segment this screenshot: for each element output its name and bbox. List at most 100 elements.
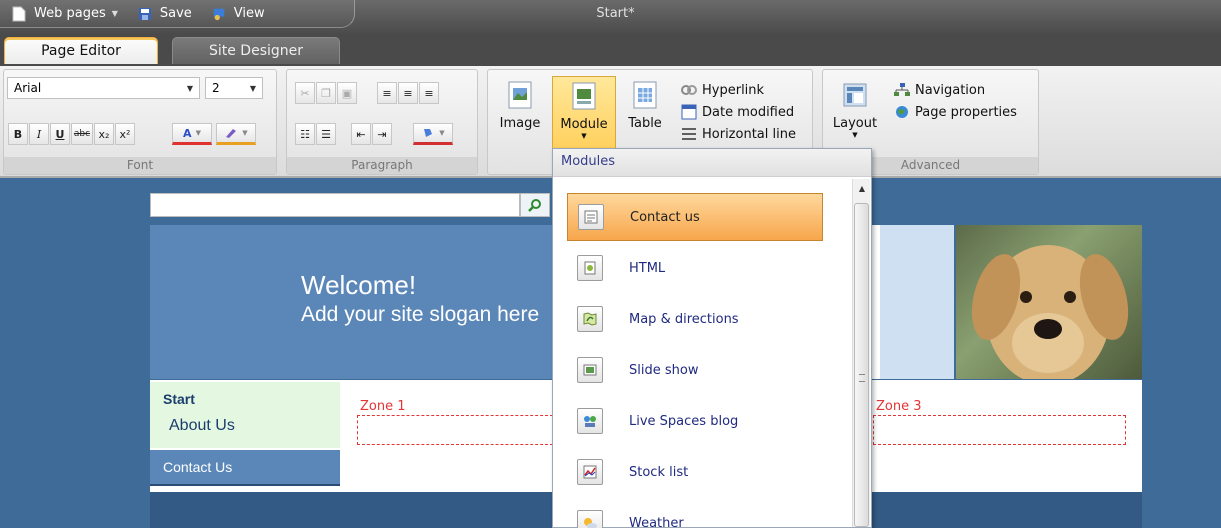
highlighter-icon — [226, 129, 237, 138]
font-family-select[interactable]: Arial ▼ — [7, 77, 200, 99]
module-label: Stock list — [629, 464, 689, 480]
insert-image-button[interactable]: Image — [494, 76, 546, 154]
module-label: Module — [560, 117, 608, 132]
stock-chart-icon — [577, 459, 603, 485]
paragraph-group: ✂ ❐ ▣ ≡ ≡ ≡ ☷ ☰ ⇤ ⇥ ▼ Paragraph — [286, 69, 478, 175]
insert-table-button[interactable]: Table — [622, 76, 668, 154]
hyperlink-label: Hyperlink — [702, 82, 765, 98]
font-size-value: 2 — [212, 81, 220, 95]
html-icon — [577, 255, 603, 281]
module-item-blog[interactable]: Live Spaces blog — [567, 397, 823, 445]
subscript-button[interactable]: x₂ — [94, 123, 114, 145]
superscript-label: x² — [119, 127, 131, 141]
modules-header: Modules — [553, 149, 871, 177]
subscript-label: x₂ — [98, 127, 110, 141]
weather-icon — [577, 510, 603, 528]
module-item-contact-us[interactable]: Contact us — [567, 193, 823, 241]
copy-button[interactable]: ❐ — [316, 82, 336, 104]
superscript-button[interactable]: x² — [115, 123, 135, 145]
font-size-select[interactable]: 2 ▼ — [205, 77, 263, 99]
navigation-label: Navigation — [915, 82, 986, 98]
cut-button[interactable]: ✂ — [295, 82, 315, 104]
module-label: Map & directions — [629, 311, 739, 327]
decrease-indent-button[interactable]: ⇤ — [351, 123, 371, 145]
modules-scrollbar[interactable]: ▲ — [852, 179, 870, 527]
module-item-slide-show[interactable]: Slide show — [567, 346, 823, 394]
module-label: Slide show — [629, 362, 699, 378]
module-label: Live Spaces blog — [629, 413, 739, 429]
module-label: Weather — [629, 515, 684, 528]
page-properties-button[interactable]: Page properties — [893, 104, 1017, 120]
module-icon — [572, 82, 596, 110]
tab-site-designer[interactable]: Site Designer — [172, 37, 340, 64]
dog-photo — [956, 225, 1142, 379]
welcome-heading: Welcome! — [301, 270, 417, 300]
zone-3-label: Zone 3 — [876, 399, 922, 414]
module-item-html[interactable]: HTML — [567, 244, 823, 292]
page-properties-label: Page properties — [915, 104, 1017, 120]
increase-indent-button[interactable]: ⇥ — [372, 123, 392, 145]
window-title: Start* — [596, 6, 635, 21]
module-label: Contact us — [630, 209, 700, 225]
align-center-button[interactable]: ≡ — [398, 82, 418, 104]
chevron-down-icon: ▼ — [249, 83, 256, 93]
image-label: Image — [499, 116, 541, 131]
background-color-button[interactable]: ▼ — [413, 123, 453, 145]
font-family-value: Arial — [14, 81, 42, 95]
italic-label: I — [36, 127, 42, 141]
module-item-stock-list[interactable]: Stock list — [567, 448, 823, 496]
ribbon-tabs: Page Editor Site Designer — [0, 34, 1221, 68]
chevron-down-icon: ▼ — [439, 129, 445, 137]
underline-button[interactable]: U — [50, 123, 70, 145]
nav-item-contact[interactable]: Contact Us — [150, 450, 340, 486]
globe-icon — [896, 106, 908, 118]
navigation-button[interactable]: Navigation — [893, 82, 985, 98]
numbered-list-button[interactable]: ☷ — [295, 123, 315, 145]
chevron-down-icon: ▼ — [186, 83, 193, 93]
hyperlink-icon — [681, 85, 697, 95]
scroll-up-arrow[interactable]: ▲ — [853, 179, 871, 197]
nav-start-section: Start About Us — [150, 382, 340, 448]
underline-label: U — [55, 127, 65, 141]
zone-1-label: Zone 1 — [360, 399, 406, 414]
insert-module-button[interactable]: Module ▼ — [552, 76, 616, 154]
bold-label: B — [13, 127, 23, 141]
paste-button[interactable]: ▣ — [337, 82, 357, 104]
italic-button[interactable]: I — [29, 123, 49, 145]
date-modified-button[interactable]: Date modified — [680, 104, 794, 120]
layout-button[interactable]: Layout ▼ — [829, 76, 881, 154]
font-color-button[interactable]: A ▼ — [172, 123, 212, 145]
paragraph-group-label: Paragraph — [287, 157, 477, 174]
strikethrough-button[interactable]: abc — [71, 123, 93, 145]
site-banner — [150, 225, 552, 379]
highlight-button[interactable]: ▼ — [216, 123, 256, 145]
module-item-weather[interactable]: Weather — [567, 499, 823, 528]
align-left-button[interactable]: ≡ — [377, 82, 397, 104]
site-search-button[interactable] — [520, 193, 550, 217]
layout-icon — [843, 83, 867, 107]
nav-item-about[interactable]: About Us — [169, 417, 235, 435]
bullet-list-button[interactable]: ☰ — [316, 123, 336, 145]
map-icon — [577, 306, 603, 332]
scroll-grip-icon — [859, 374, 865, 382]
navigation-icon — [894, 83, 910, 96]
site-slogan: Add your site slogan here — [301, 303, 540, 326]
chevron-down-icon: ▼ — [195, 129, 201, 137]
table-label: Table — [628, 116, 662, 131]
zone-3[interactable] — [873, 415, 1126, 445]
hyperlink-button[interactable]: Hyperlink — [680, 82, 764, 98]
align-right-button[interactable]: ≡ — [419, 82, 439, 104]
zone-1[interactable] — [357, 415, 553, 445]
horizontal-line-button[interactable]: Horizontal line — [680, 126, 796, 142]
image-icon — [508, 81, 532, 109]
dog-illustration — [971, 245, 1129, 379]
module-item-map[interactable]: Map & directions — [567, 295, 823, 343]
font-color-label: A — [183, 126, 192, 140]
site-search-input[interactable] — [150, 193, 520, 217]
font-group-label: Font — [4, 157, 276, 174]
contact-form-icon — [578, 204, 604, 230]
tab-page-editor[interactable]: Page Editor — [4, 37, 158, 64]
nav-item-start[interactable]: Start — [163, 391, 195, 407]
scroll-thumb[interactable] — [854, 203, 869, 527]
bold-button[interactable]: B — [8, 123, 28, 145]
